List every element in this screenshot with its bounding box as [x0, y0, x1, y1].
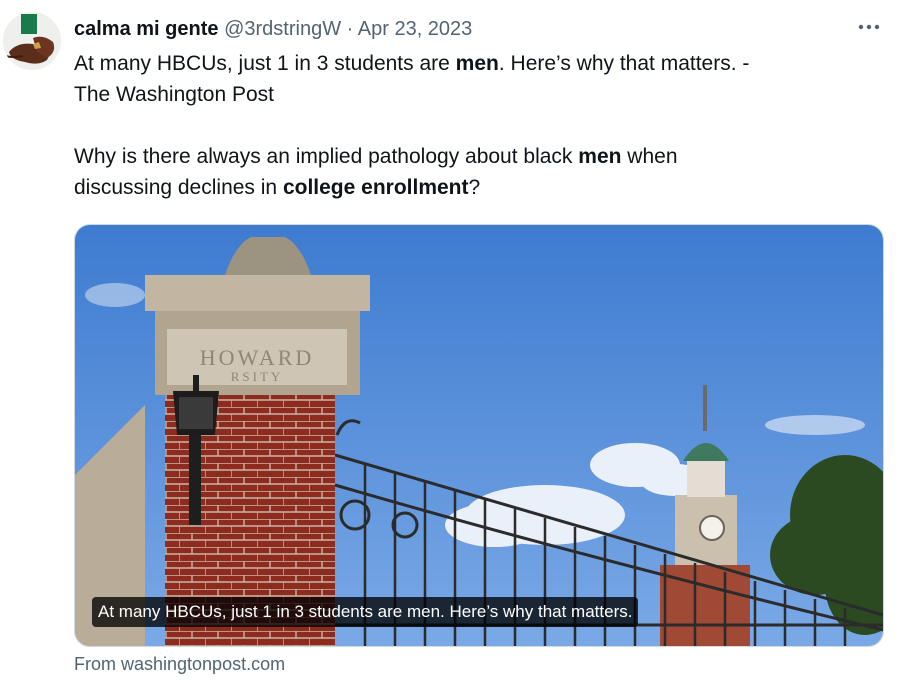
more-horizontal-icon [858, 24, 880, 30]
tweet-line-3: Why is there always an implied pathology… [74, 141, 874, 172]
text-span: discussing declines in [74, 176, 283, 199]
highlight-men: men [578, 145, 622, 168]
user-handle[interactable]: @3rdstringW [224, 18, 341, 40]
tweet-line-4: discussing declines in college enrollmen… [74, 172, 874, 203]
avatar[interactable] [3, 12, 61, 70]
highlight-college-enrollment: college enrollment [282, 176, 469, 199]
sign-university: RSITY [231, 369, 284, 384]
tweet-date[interactable]: Apr 23, 2023 [358, 18, 473, 40]
avatar-image [3, 12, 61, 70]
sign-howard: HOWARD [200, 345, 315, 370]
text-span: Why is there always an implied pathology… [74, 145, 579, 168]
card-caption: At many HBCUs, just 1 in 3 students are … [92, 597, 639, 627]
tweet-line-1: At many HBCUs, just 1 in 3 students are … [74, 48, 874, 79]
separator-dot: · [346, 18, 354, 40]
text-span: ? [468, 176, 481, 199]
link-card[interactable]: HOWARD RSITY At many HBCUs, just 1 in 3 … [74, 224, 884, 647]
tweet[interactable]: calma mi gente @3rdstringW · Apr 23, 202… [0, 0, 910, 683]
tweet-header: calma mi gente @3rdstringW · Apr 23, 202… [74, 15, 472, 43]
tweet-text: At many HBCUs, just 1 in 3 students are … [74, 48, 874, 203]
text-span: . Here’s why that matters. - [498, 52, 750, 75]
tweet-line-2: The Washington Post [74, 83, 274, 106]
more-options-button[interactable] [852, 10, 886, 44]
text-span: At many HBCUs, just 1 in 3 students are [74, 52, 456, 75]
card-source[interactable]: From washingtonpost.com [74, 654, 285, 675]
text-span: when [621, 145, 678, 168]
card-image: HOWARD RSITY [75, 225, 883, 646]
highlight-men: men [455, 52, 499, 75]
display-name[interactable]: calma mi gente [74, 18, 219, 40]
